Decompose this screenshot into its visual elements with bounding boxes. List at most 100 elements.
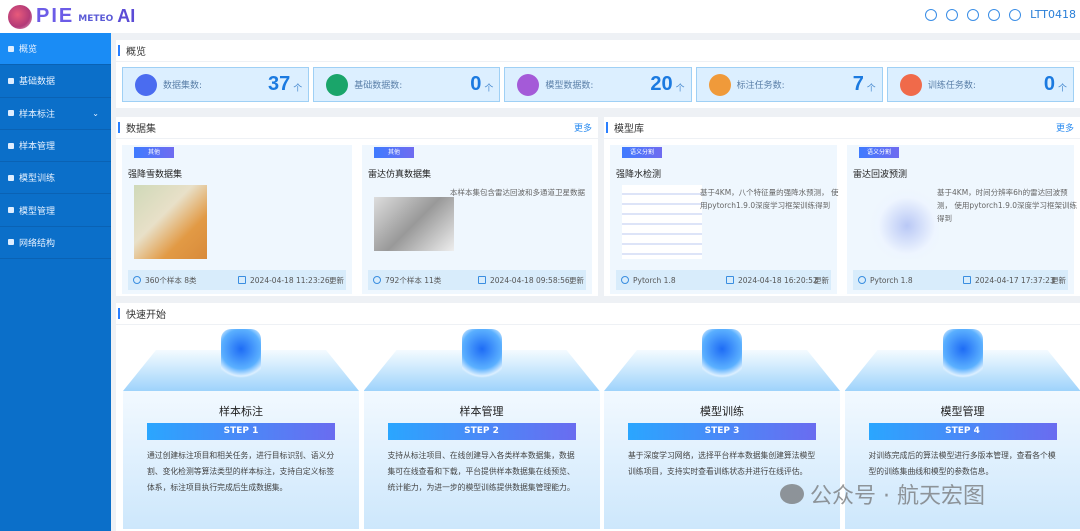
dataset-card[interactable]: 其他 强降雪数据集 360个样本 8类 2024-04-18 11:23:26 更新: [122, 145, 352, 294]
overview-icon: [8, 45, 14, 52]
quickstart-description: 基于深度学习网络，选择平台样本数据集创建算法模型训练项目，支持实时查看训练状态并…: [628, 451, 816, 476]
stat-value: 0: [470, 73, 482, 95]
sidebar-item-label: 网络结构: [19, 238, 56, 249]
stat-unit: 个: [484, 84, 494, 94]
sidebar-item[interactable]: 样本标注 ⌄: [0, 98, 111, 130]
watermark: 公众号 · 航天宏图: [780, 478, 985, 510]
model-card[interactable]: 语义分割强降水检测基于4KM，八个特征量的强降水预测， 使用pytorch1.9…: [610, 145, 839, 294]
stat-card[interactable]: 模型数据数: 20 个: [504, 67, 692, 102]
datasets-panel: 数据集 更多 其他强降雪数据集 360个样本 8类 2024-04-18 11:23:…: [116, 117, 598, 296]
model-thumbnail: [859, 185, 939, 259]
model-description: 基于4KM，八个特征量的强降水预测， 使用pytorch1.9.0深度学习框架训…: [700, 188, 839, 210]
dataset-tag: 其他: [374, 147, 414, 158]
annotate-icon: [8, 110, 14, 117]
logo-mark-icon: [8, 4, 32, 29]
step-badge: STEP 4: [868, 423, 1057, 440]
train-icon: [8, 174, 14, 181]
models-more-link[interactable]: 更多: [1056, 121, 1074, 134]
stat-label: 训练任务数:: [927, 81, 976, 91]
dataset-update: 更新: [329, 275, 344, 285]
datasets-title: 数据集: [126, 124, 156, 135]
clock-icon: [858, 276, 866, 284]
top-header: PIE METEO AI LTT0418: [0, 0, 1080, 33]
stat-icon: [708, 73, 731, 96]
sidebar-item[interactable]: 模型训练: [0, 162, 111, 195]
stat-card[interactable]: 基础数据数: 0 个: [313, 67, 501, 102]
dataset-date: 2024-04-18 09:58:56: [490, 275, 570, 285]
stat-unit: 个: [675, 84, 685, 94]
logo-sub: METEO: [78, 13, 114, 24]
bell-icon[interactable]: [967, 8, 980, 21]
sidebar-item-label: 模型管理: [19, 206, 56, 217]
quickstart-name: 样本管理: [459, 405, 504, 418]
stat-value: 20: [650, 73, 673, 95]
stat-unit: 个: [866, 84, 876, 94]
quickstart-description: 对训练完成后的算法模型进行多版本管理，查看各个模型的训练集曲线和模型的参数信息。: [868, 451, 1056, 476]
model-icon: [8, 207, 14, 214]
dataset-card[interactable]: 其他 雷达仿真数据集 本样本集包含雷达回波和多通道卫星数据 792个样本 11类 202…: [362, 145, 592, 294]
dataset-samples: 792个样本 11类: [385, 275, 442, 285]
home-icon[interactable]: [925, 8, 938, 21]
logo[interactable]: PIE METEO AI: [8, 4, 136, 29]
sample-icon: [8, 142, 14, 149]
stat-unit: 个: [293, 84, 303, 94]
sidebar-item[interactable]: 样本管理: [0, 130, 111, 163]
datasets-more-link[interactable]: 更多: [574, 121, 592, 134]
dataset-update: 更新: [569, 275, 584, 285]
sidebar-item-label: 基础数据: [19, 77, 56, 88]
calendar-icon: [238, 276, 246, 284]
watermark-text: 公众号 · 航天宏图: [810, 484, 985, 509]
network-icon: [8, 239, 14, 246]
quickstart-title: 快速开始: [116, 303, 1080, 325]
stat-icon: [517, 73, 540, 96]
sidebar: 概览基础数据样本标注 ⌄ 样本管理模型训练模型管理网络结构: [0, 33, 111, 531]
quickstart-card[interactable]: 样本标注 STEP 1 通过创建标注项目和相关任务，进行目标识别、语义分割、变化检测…: [123, 329, 359, 531]
quickstart-card[interactable]: 样本管理 STEP 2 支持从标注项目、在线创建导入各类样本数据集，数据集可在线查看…: [363, 329, 600, 531]
sidebar-item[interactable]: 模型管理: [0, 194, 111, 227]
stat-card[interactable]: 训练任务数: 0 个: [886, 67, 1075, 102]
dataset-name: 雷达仿真数据集: [368, 170, 432, 180]
stat-value: 0: [1043, 73, 1056, 95]
model-tag: 语义分割: [622, 147, 662, 158]
model-date: 2024-04-18 16:20:52: [738, 275, 818, 285]
dataset-samples: 360个样本 8类: [145, 275, 197, 285]
model-name: 雷达回波预测: [853, 170, 908, 180]
model-tag: 语义分割: [859, 147, 899, 158]
quickstart-illustration-icon: [702, 329, 742, 379]
dataset-date: 2024-04-18 11:23:26: [250, 275, 330, 285]
model-card[interactable]: 语义分割 雷达回波预测 基于4KM，时间分辨率6h的雷达回波预测， 使用pytorc…: [847, 145, 1077, 294]
sidebar-item[interactable]: 网络结构: [0, 227, 111, 260]
chevron-down-icon[interactable]: ⌄: [92, 109, 99, 118]
quickstart-illustration-icon: [461, 329, 502, 379]
model-update: 更新: [814, 275, 829, 285]
wechat-icon: [780, 484, 804, 504]
model-thumbnail: [622, 185, 702, 259]
sidebar-item-label: 概览: [19, 45, 38, 56]
stat-card[interactable]: 标注任务数: 7 个: [695, 67, 883, 102]
model-framework: Pytorch 1.8: [870, 275, 913, 285]
dataset-name: 强降雪数据集: [128, 170, 183, 180]
stat-card[interactable]: 数据集数: 37 个: [122, 67, 310, 102]
sliders-icon[interactable]: [988, 8, 1001, 21]
step-badge: STEP 3: [628, 423, 816, 440]
step-badge: STEP 2: [387, 423, 576, 440]
calendar-icon: [963, 276, 971, 284]
gear-icon[interactable]: [1009, 8, 1022, 21]
sidebar-item[interactable]: 基础数据: [0, 65, 111, 98]
quickstart-description: 通过创建标注项目和相关任务，进行目标识别、语义分割、变化检测等算法类型的样本标注…: [147, 451, 335, 492]
help-icon[interactable]: [946, 8, 959, 21]
model-framework: Pytorch 1.8: [633, 275, 676, 285]
logo-ai: AI: [117, 6, 136, 26]
quickstart-name: 样本标注: [219, 405, 263, 418]
stat-value: 37: [267, 73, 291, 95]
sidebar-item-label: 样本管理: [19, 142, 56, 153]
model-date: 2024-04-17 17:37:23: [975, 275, 1055, 285]
sidebar-item-label: 模型训练: [19, 174, 56, 185]
model-name: 强降水检测: [616, 170, 662, 180]
model-update: 更新: [1051, 275, 1066, 285]
models-panel: 模型库 更多 语义分割 强降水检测 基于4KM，八个特征量的强降水预测， 使用pyto…: [604, 117, 1080, 296]
stat-icon: [135, 73, 157, 96]
sidebar-item[interactable]: 概览: [0, 33, 111, 66]
logo-text: PIE: [36, 5, 75, 27]
user-name[interactable]: LTT0418: [1030, 8, 1076, 21]
